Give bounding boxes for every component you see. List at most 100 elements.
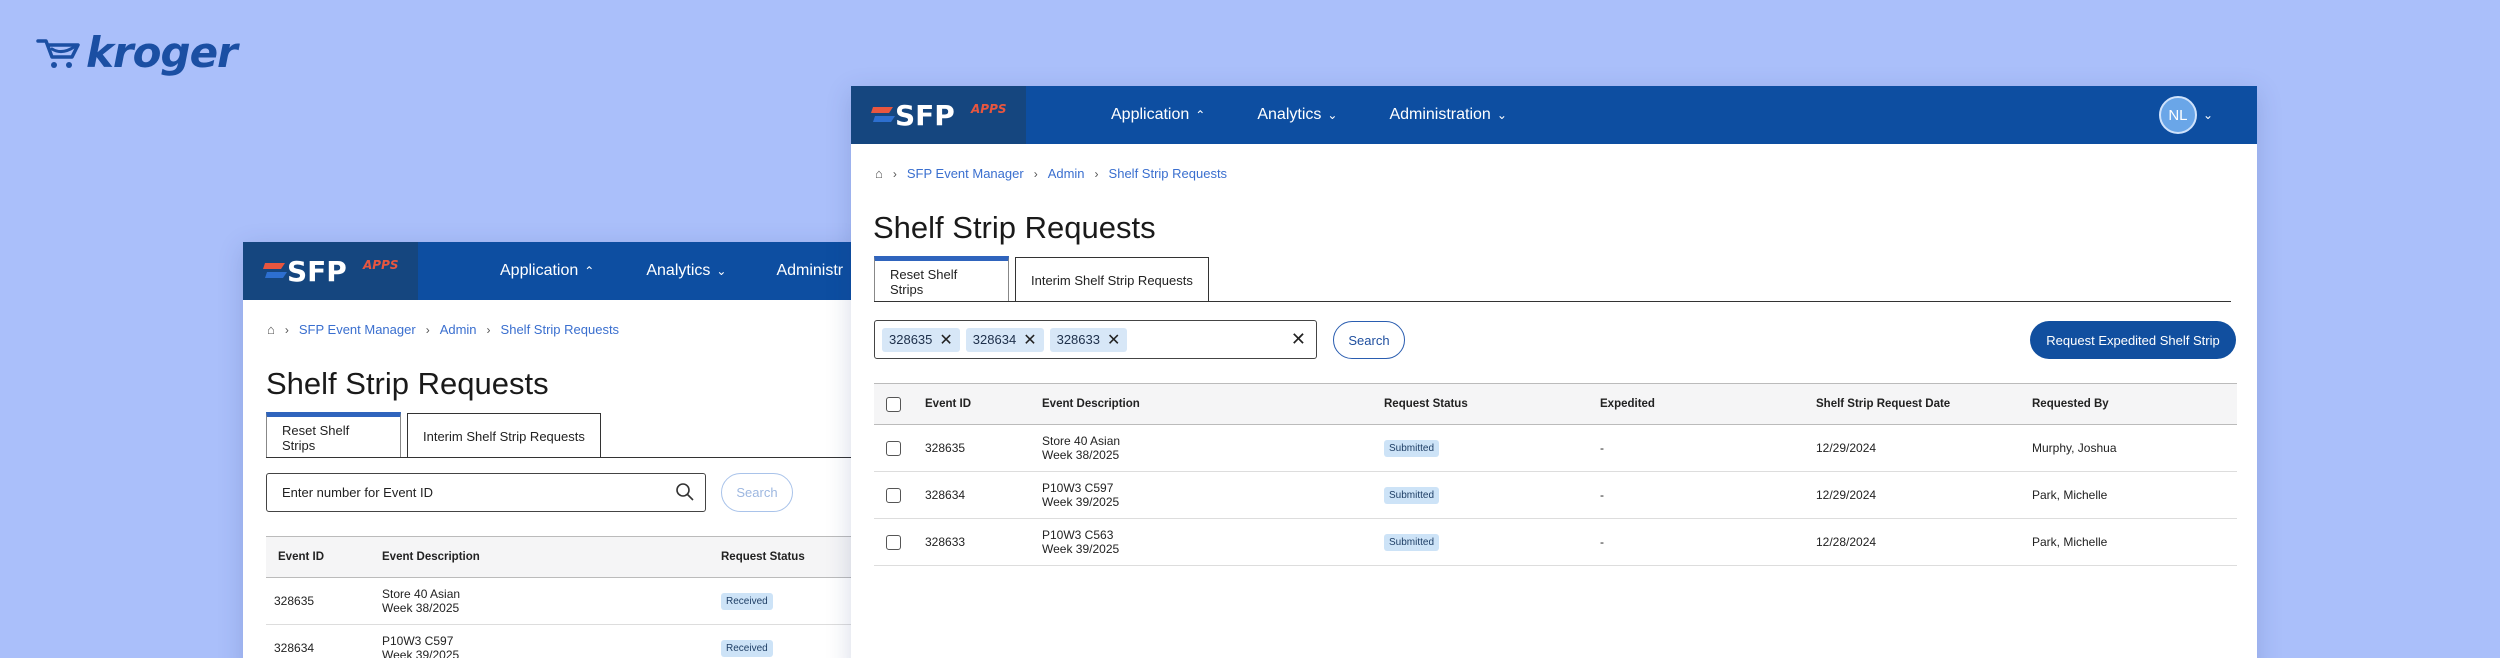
sfp-apps-logo[interactable]: SFP APPS	[851, 86, 1026, 144]
chevron-down-icon: ⌄	[2202, 108, 2213, 122]
breadcrumb-item[interactable]: Admin	[1048, 166, 1085, 181]
tab-bar: Reset Shelf Strips Interim Shelf Strip R…	[874, 256, 2231, 302]
event-description: Store 40 Asian Week 38/2025	[382, 587, 721, 615]
chevron-up-icon: ⌃	[1195, 108, 1206, 122]
kroger-logo: kroger	[36, 28, 238, 77]
col-request-status[interactable]: Request Status	[1384, 398, 1600, 410]
table-row[interactable]: 328635 Store 40 Asian Week 38/2025 Recei…	[266, 578, 863, 625]
search-button[interactable]: Search	[721, 473, 793, 512]
front-app-window: SFP APPS Application ⌃ Analytics ⌄ Admin…	[851, 86, 2257, 658]
request-date: 12/29/2024	[1816, 488, 1877, 502]
request-expedited-button[interactable]: Request Expedited Shelf Strip	[2030, 321, 2236, 359]
tab-label: Interim Shelf Strip Requests	[1031, 272, 1193, 288]
row-checkbox[interactable]	[886, 487, 901, 503]
event-id: 328634	[925, 488, 966, 502]
breadcrumb: ⌂ › SFP Event Manager › Admin › Shelf St…	[875, 166, 1227, 181]
event-id-search-field[interactable]: Enter number for Event ID	[266, 473, 706, 512]
event-id: 328635	[925, 441, 966, 455]
status-badge: Received	[721, 639, 773, 657]
col-event-description[interactable]: Event Description	[382, 551, 721, 563]
home-icon[interactable]: ⌂	[267, 322, 275, 337]
row-checkbox[interactable]	[886, 534, 901, 550]
sfp-apps-logo[interactable]: SFP APPS	[243, 242, 418, 300]
front-nav: Application ⌃ Analytics ⌄ Administration…	[1111, 106, 1507, 124]
search-icon[interactable]	[675, 482, 695, 505]
breadcrumb-item[interactable]: Shelf Strip Requests	[501, 322, 620, 337]
chevron-down-icon: ⌄	[1327, 108, 1338, 122]
nav-administration[interactable]: Administration ⌄	[1389, 106, 1506, 124]
kroger-wordmark: kroger	[86, 28, 238, 77]
event-chip: 328634 ✕	[965, 327, 1044, 352]
chevron-right-icon: ›	[1033, 166, 1038, 181]
apps-text: APPS	[362, 258, 399, 272]
back-nav: Application ⌃ Analytics ⌄ Administr	[500, 262, 843, 280]
tab-divider	[874, 301, 2231, 302]
event-week: Week 38/2025	[1042, 448, 1120, 462]
event-description: P10W3 C563 Week 39/2025	[1042, 528, 1384, 556]
table-row[interactable]: 328635 Store 40 Asian Week 38/2025 Submi…	[874, 425, 2237, 472]
search-button[interactable]: Search	[1333, 321, 1405, 359]
nav-analytics[interactable]: Analytics ⌄	[646, 262, 726, 280]
col-expedited[interactable]: Expedited	[1600, 398, 1816, 410]
tab-interim-requests[interactable]: Interim Shelf Strip Requests	[1015, 257, 1209, 302]
breadcrumb: ⌂ › SFP Event Manager › Admin › Shelf St…	[267, 322, 619, 337]
select-all-checkbox[interactable]	[886, 396, 901, 412]
remove-chip-icon[interactable]: ✕	[939, 330, 952, 350]
apps-text: APPS	[970, 102, 1007, 116]
breadcrumb-item[interactable]: SFP Event Manager	[907, 166, 1024, 181]
back-app-window: SFP APPS Application ⌃ Analytics ⌄ Admin…	[243, 242, 863, 658]
page-title: Shelf Strip Requests	[266, 366, 549, 401]
avatar[interactable]: NL	[2158, 96, 2197, 134]
status-cell: Received	[721, 592, 861, 610]
tab-interim-requests[interactable]: Interim Shelf Strip Requests	[407, 413, 601, 458]
sfp-text: SFP	[287, 255, 347, 287]
request-date: 12/29/2024	[1816, 441, 1877, 455]
event-id: 328633	[925, 535, 966, 549]
table-row[interactable]: 328634 P10W3 C597 Week 39/2025 Submitted…	[874, 472, 2237, 519]
table-header: Event ID Event Description Request Statu…	[874, 383, 2237, 425]
front-topbar: SFP APPS Application ⌃ Analytics ⌄ Admin…	[851, 86, 2257, 144]
nav-analytics-label: Analytics	[1257, 106, 1322, 123]
row-checkbox[interactable]	[886, 440, 901, 456]
table-row[interactable]: 328633 P10W3 C563 Week 39/2025 Submitted…	[874, 519, 2237, 566]
chip-label: 328634	[972, 332, 1017, 347]
tab-label: Reset Shelf Strips	[890, 266, 958, 297]
nav-administration[interactable]: Administr	[776, 262, 843, 280]
row-select-cell	[874, 534, 925, 550]
remove-chip-icon[interactable]: ✕	[1107, 330, 1120, 350]
event-week: Week 38/2025	[382, 601, 460, 615]
event-name: Store 40 Asian	[382, 587, 461, 601]
breadcrumb-item[interactable]: Shelf Strip Requests	[1109, 166, 1228, 181]
table-row[interactable]: 328634 P10W3 C597 Week 39/2025 Received	[266, 625, 863, 658]
event-week: Week 39/2025	[382, 648, 460, 658]
col-event-id[interactable]: Event ID	[925, 398, 1042, 410]
event-week: Week 39/2025	[1042, 542, 1120, 556]
col-event-id[interactable]: Event ID	[266, 551, 382, 563]
tab-reset-shelf-strips[interactable]: Reset Shelf Strips	[874, 256, 1009, 302]
col-requested-by[interactable]: Requested By	[2032, 398, 2232, 410]
nav-application-label: Application	[1111, 106, 1190, 123]
nav-administration-label: Administr	[776, 262, 844, 279]
event-chip: 328635 ✕	[882, 327, 960, 352]
breadcrumb-item[interactable]: SFP Event Manager	[299, 322, 416, 337]
breadcrumb-item[interactable]: Admin	[440, 322, 477, 337]
col-event-description[interactable]: Event Description	[1042, 398, 1384, 410]
tab-reset-shelf-strips[interactable]: Reset Shelf Strips	[266, 412, 401, 458]
user-menu[interactable]: NL ⌄	[2158, 96, 2213, 134]
nav-application[interactable]: Application ⌃	[1111, 106, 1205, 124]
nav-application[interactable]: Application ⌃	[500, 262, 594, 280]
event-id-chip-input[interactable]: 328635 ✕ 328634 ✕ 328633 ✕ ✕	[874, 320, 1317, 359]
remove-chip-icon[interactable]: ✕	[1023, 330, 1036, 350]
nav-administration-label: Administration	[1389, 106, 1491, 123]
chevron-right-icon: ›	[1094, 166, 1099, 181]
nav-analytics[interactable]: Analytics ⌄	[1257, 106, 1337, 124]
col-request-status[interactable]: Request Status	[721, 551, 861, 563]
event-id: 328635	[274, 594, 315, 608]
request-date: 12/28/2024	[1816, 535, 1877, 549]
home-icon[interactable]: ⌂	[875, 166, 883, 181]
col-request-date[interactable]: Shelf Strip Request Date	[1816, 398, 2032, 410]
clear-icon[interactable]: ✕	[1291, 329, 1306, 350]
chevron-right-icon: ›	[425, 322, 430, 337]
back-topbar: SFP APPS Application ⌃ Analytics ⌄ Admin…	[243, 242, 863, 300]
table-header: Event ID Event Description Request Statu…	[266, 536, 863, 578]
